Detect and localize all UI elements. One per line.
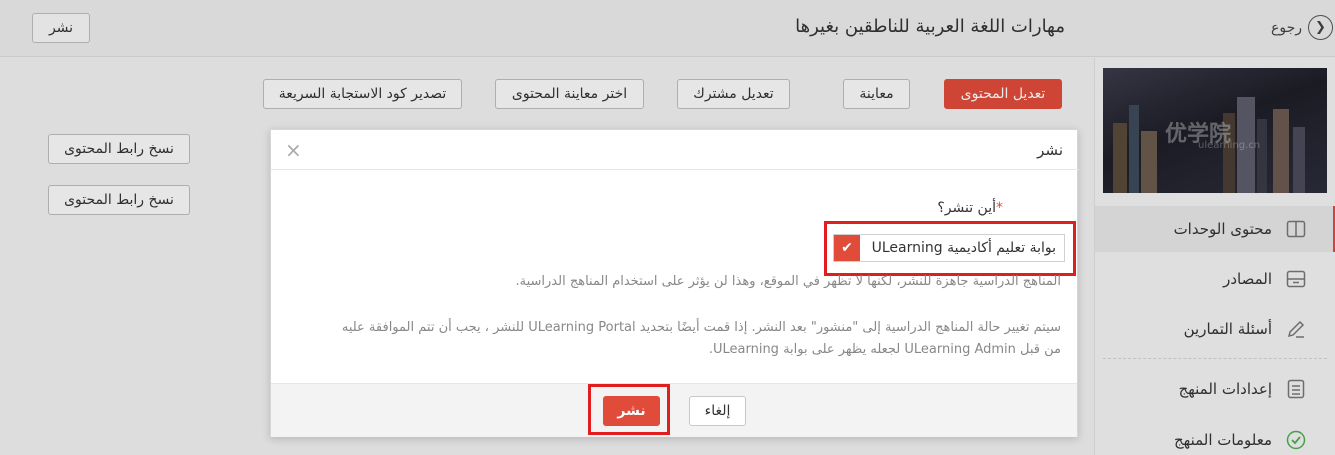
hint-line: من قبل ULearning Admin لجعله يظهر على بو…: [708, 342, 1061, 357]
dialog-title: نشر: [1037, 141, 1063, 159]
highlight-box: [824, 221, 1076, 276]
close-icon[interactable]: ×: [285, 138, 302, 162]
highlight-box: [588, 384, 670, 435]
dialog-header: نشر ×: [271, 130, 1079, 170]
hint-line: سيتم تغيير حالة المناهج الدراسية إلى "من…: [341, 320, 1061, 335]
hint-text: سيتم تغيير حالة المناهج الدراسية إلى "من…: [342, 317, 1061, 361]
publish-dialog: نشر × *أين تنشر؟ ✔ بوابة تعليم أكاديمية …: [270, 129, 1079, 437]
field-label-text: أين تنشر؟: [937, 200, 996, 216]
required-mark: *: [996, 200, 1003, 216]
publish-target-label: *أين تنشر؟: [937, 200, 1003, 216]
dialog-footer: نشر إلغاء: [271, 383, 1077, 437]
hint-text: المناهج الدراسية جاهزة للنشر، لكنها لا ت…: [515, 274, 1062, 289]
cancel-button[interactable]: إلغاء: [689, 396, 746, 426]
